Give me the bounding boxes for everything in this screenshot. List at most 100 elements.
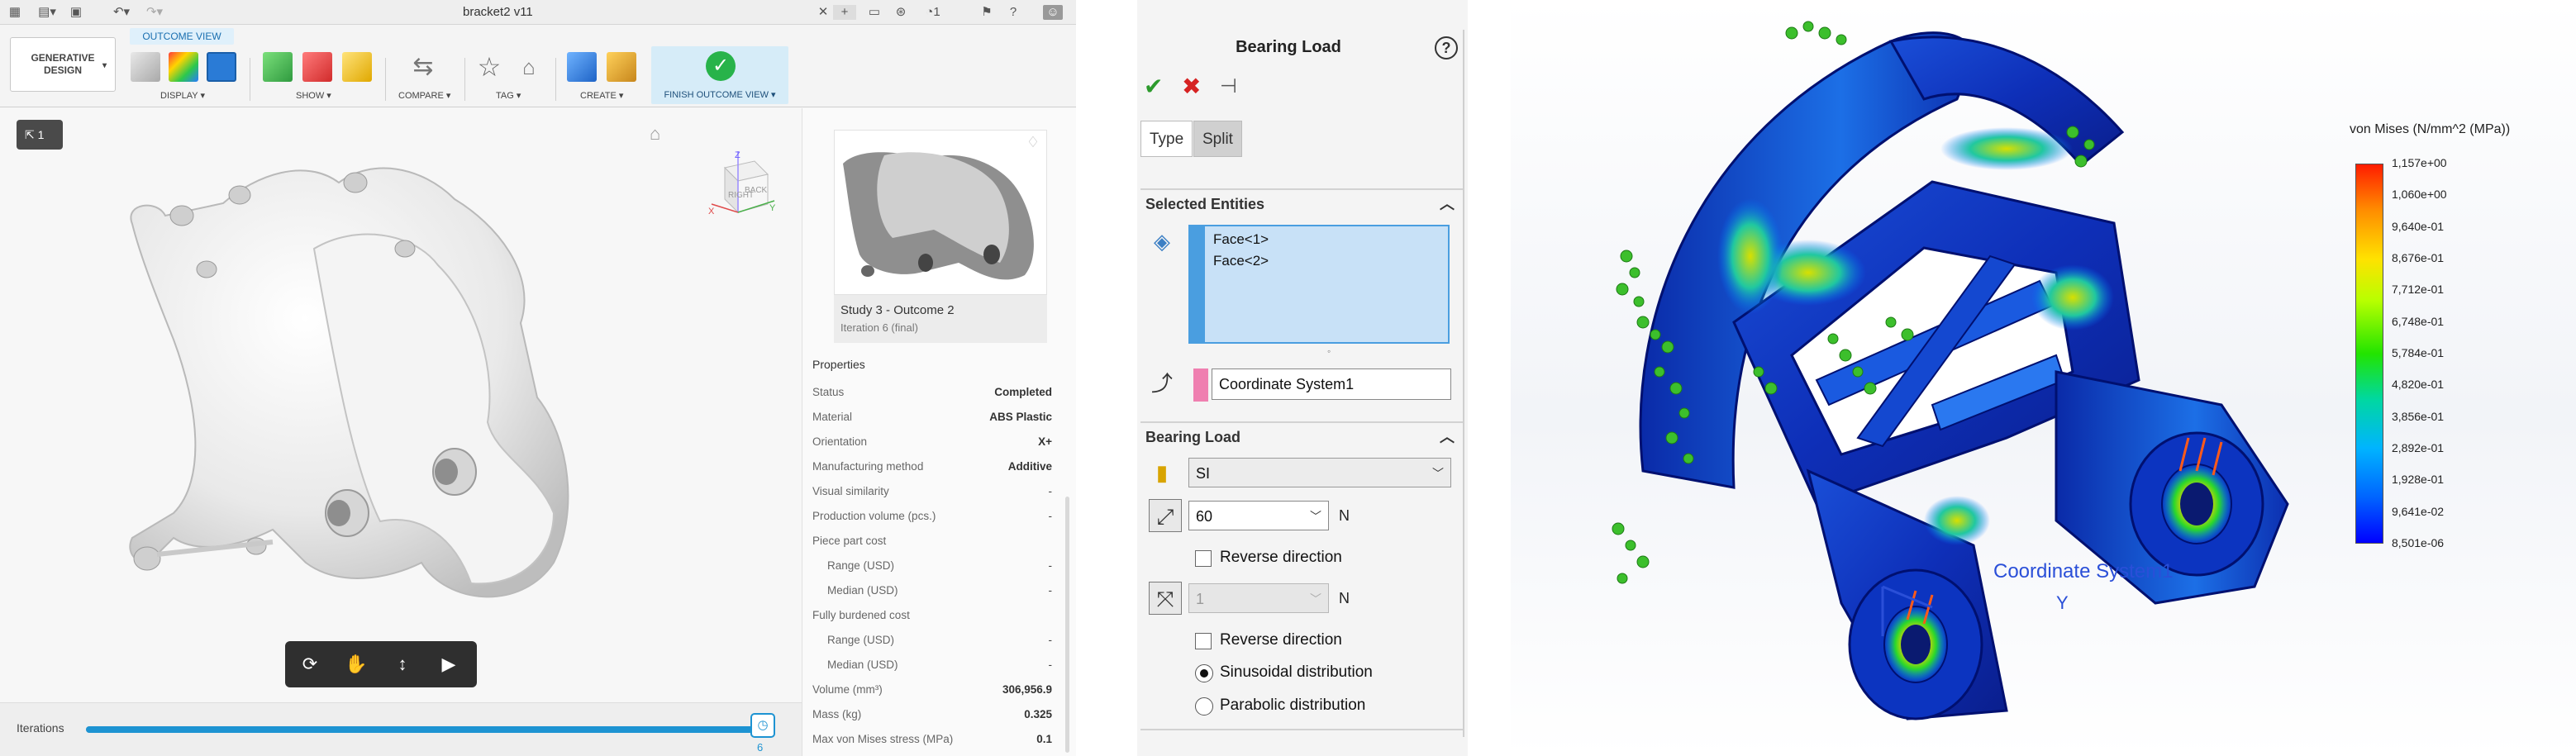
resize-handle-icon[interactable]: ◦: [1327, 345, 1331, 357]
group-divider: [1140, 729, 1464, 730]
legend-value: 1,157e+00: [2392, 156, 2447, 169]
display-compare-icon[interactable]: [207, 52, 236, 82]
orbit-icon[interactable]: ⟳: [295, 651, 325, 678]
dropdown-arrow-icon: ﹀: [1310, 592, 1321, 606]
parabolic-distribution-radio[interactable]: [1195, 697, 1213, 716]
help-icon[interactable]: ?: [1005, 5, 1021, 20]
browser-count: 1: [37, 128, 45, 141]
property-row: Material ABS Plastic: [812, 411, 1052, 423]
compare-icon[interactable]: ⇆: [408, 52, 438, 82]
workspace-switcher-button[interactable]: GENERATIVE DESIGN ▾: [10, 37, 116, 92]
finish-outcome-view-label: FINISH OUTCOME VIEW ▾: [664, 90, 776, 100]
pan-icon[interactable]: ✋: [341, 651, 371, 678]
ribbon-divider: [464, 58, 465, 101]
cancel-x-icon[interactable]: ✖: [1182, 74, 1201, 99]
create-mesh-icon[interactable]: [607, 52, 636, 82]
create-group-label[interactable]: CREATE ▾: [580, 90, 623, 101]
finish-outcome-view-button[interactable]: ✓ FINISH OUTCOME VIEW ▾: [651, 46, 788, 104]
legend-title: von Mises (N/mm^2 (MPa)): [2350, 122, 2511, 136]
job-status-icon[interactable]: ◔1: [919, 5, 947, 20]
undo-icon[interactable]: ↶▾: [109, 5, 134, 20]
axis-x-label: X: [708, 207, 715, 216]
outcome-properties-pane: ♢ Study 3 - Outcome 2 Iteration 6 (final…: [802, 108, 1076, 756]
bearing-load-header[interactable]: Bearing Load ︿: [1140, 421, 1464, 451]
iterations-timeline: Iterations ◷ 6: [0, 702, 802, 756]
axis-y-label: Y: [769, 203, 776, 213]
legend-color-bar: [2355, 164, 2383, 544]
display-solid-icon[interactable]: [131, 52, 160, 82]
show-obstacle-icon[interactable]: [302, 52, 332, 82]
tab-type[interactable]: Type: [1140, 121, 1193, 157]
coordinate-system-field[interactable]: Coordinate System1: [1212, 368, 1451, 400]
toolbar-ribbon: GENERATIVE DESIGN ▾ OUTCOME VIEW DISPLAY …: [0, 25, 1076, 107]
view-cube[interactable]: RIGHT BACK Z X Y: [708, 150, 776, 217]
help-button[interactable]: ?: [1435, 36, 1458, 59]
notifications-icon[interactable]: ⚑: [978, 5, 995, 20]
iterations-slider-track[interactable]: [86, 726, 764, 733]
compare-group-label[interactable]: COMPARE ▾: [398, 90, 450, 101]
close-tab-icon[interactable]: ✕: [817, 5, 830, 20]
show-starting-shape-icon[interactable]: [342, 52, 372, 82]
zoom-icon[interactable]: ↕: [388, 651, 417, 678]
display-stress-icon[interactable]: [169, 52, 198, 82]
property-row: Status Completed: [812, 386, 1052, 398]
property-row: Production volume (pcs.) -: [812, 510, 1052, 522]
pane-splitter[interactable]: [1463, 30, 1464, 737]
property-row: Range (USD) -: [827, 559, 1052, 572]
star-icon[interactable]: ☆: [474, 52, 504, 82]
tab-split[interactable]: Split: [1193, 121, 1242, 157]
property-row: Piece part cost: [812, 535, 887, 547]
force-direction-icon[interactable]: ⤢: [1149, 499, 1182, 532]
outcome-thumbnail[interactable]: ♢: [834, 130, 1047, 295]
home-view-icon[interactable]: ⌂: [650, 123, 660, 145]
property-manager-title: Bearing Load: [1236, 38, 1341, 56]
units-select[interactable]: SI ﹀: [1188, 458, 1451, 487]
reverse-direction-checkbox-1[interactable]: [1195, 550, 1212, 567]
favorite-icon[interactable]: ♢: [1026, 134, 1040, 151]
pushpin-icon[interactable]: ⊣: [1220, 74, 1237, 99]
show-group-label[interactable]: SHOW ▾: [296, 90, 331, 101]
legend-value: 1,928e-01: [2392, 473, 2445, 486]
model-viewport[interactable]: ⇱ 1 ⌂ RIGHT BACK Z X Y ⟳ ✋ ↕ ▶: [0, 108, 802, 702]
user-avatar[interactable]: ☺: [1043, 5, 1063, 20]
outcome-iteration: Iteration 6 (final): [840, 321, 918, 334]
ok-check-icon[interactable]: ✔: [1144, 74, 1163, 99]
camera-icon[interactable]: ▶: [434, 651, 464, 678]
new-tab-icon[interactable]: +: [833, 5, 856, 20]
viewcube-back-label[interactable]: BACK: [745, 186, 768, 195]
sinusoidal-distribution-radio[interactable]: [1195, 664, 1213, 682]
reverse-direction-checkbox-2[interactable]: [1195, 633, 1212, 649]
collapse-chevron-icon: ︿: [1440, 196, 1455, 212]
property-row: Max von Mises stress (MPa) 0.1: [812, 733, 1052, 745]
display-group-label[interactable]: DISPLAY ▾: [160, 90, 205, 101]
properties-scrollbar[interactable]: [1065, 497, 1069, 753]
selected-entities-header[interactable]: Selected Entities ︿: [1140, 188, 1464, 218]
chat-icon[interactable]: ▭: [866, 5, 883, 20]
show-preserve-icon[interactable]: [263, 52, 293, 82]
app-grid-icon[interactable]: ▦: [7, 5, 23, 20]
workspace-label: GENERATIVE DESIGN: [31, 52, 95, 76]
force-value-input[interactable]: 60 ﹀: [1188, 501, 1329, 530]
bearing-load-property-manager: Bearing Load ? ✔ ✖ ⊣ Type Split Selected…: [1137, 0, 1468, 756]
selected-face-item[interactable]: Face<1>: [1213, 231, 1269, 248]
tag-group-label[interactable]: TAG ▾: [496, 90, 521, 101]
legend-value: 7,712e-01: [2392, 283, 2445, 296]
tag-icon[interactable]: ⌂: [514, 52, 544, 82]
selected-face-item[interactable]: Face<2>: [1213, 253, 1269, 269]
create-design-icon[interactable]: [567, 52, 597, 82]
extensions-icon[interactable]: ⊛: [893, 5, 909, 20]
file-menu-icon[interactable]: ▤▾: [33, 5, 61, 20]
browser-toggle-button[interactable]: ⇱ 1: [17, 120, 63, 150]
face-selection-list[interactable]: Face<1> Face<2>: [1188, 225, 1450, 344]
document-title: bracket2 v11: [463, 5, 533, 19]
stress-plot-viewport[interactable]: Coordinate System1 Y von Mises (N/mm^2 (…: [1511, 0, 2576, 756]
legend-value: 1,060e+00: [2392, 188, 2447, 201]
redo-icon[interactable]: ↷▾: [142, 5, 167, 20]
second-direction-icon[interactable]: ⤧: [1149, 582, 1182, 615]
iterations-slider-handle[interactable]: ◷: [750, 713, 775, 738]
parabolic-distribution-label: Parabolic distribution: [1220, 697, 1366, 714]
second-value-input[interactable]: 1 ﹀: [1188, 583, 1329, 613]
fusion-outcome-view-panel: ▦ ▤▾ ▣ ↶▾ ↷▾ bracket2 v11 ✕ + ▭ ⊛ ◔1 ⚑ ?…: [0, 0, 1076, 756]
tab-outcome-view[interactable]: OUTCOME VIEW: [130, 28, 234, 45]
save-icon[interactable]: ▣: [68, 5, 84, 20]
